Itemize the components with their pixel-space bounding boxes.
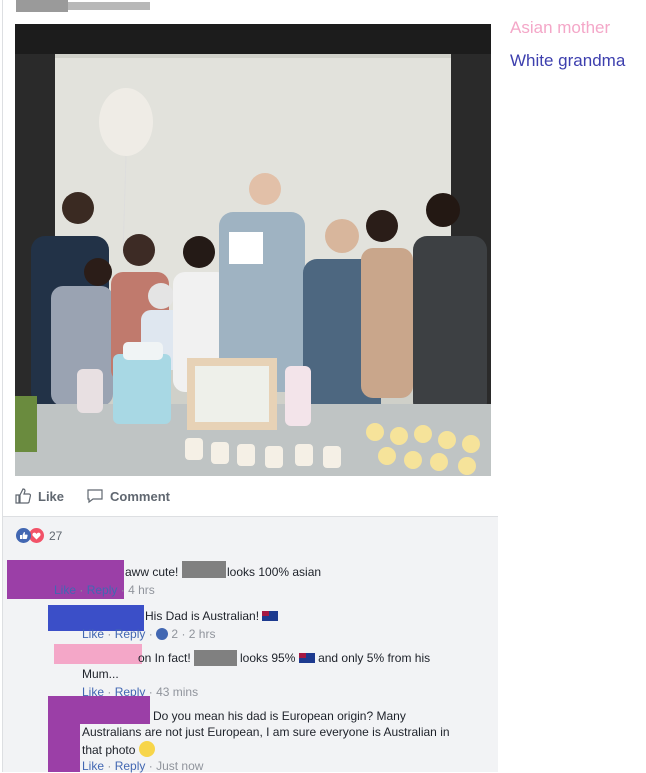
redacted-header-text <box>68 2 150 10</box>
redacted-name-3 <box>194 650 237 666</box>
smiley-icon <box>138 741 155 757</box>
comment-button[interactable]: Comment <box>86 487 170 505</box>
australian-flag-icon <box>262 611 279 621</box>
comment-1-meta: Like · Reply · 4 hrs <box>54 583 155 597</box>
comment-1-reply-link[interactable]: Reply <box>87 583 118 597</box>
comment-4-reply-link[interactable]: Reply <box>115 759 146 773</box>
comment-3-text-b: looks 95% <box>240 651 296 665</box>
post-photo[interactable] <box>15 24 491 476</box>
redacted-commenter-4-avatar <box>48 696 150 724</box>
comment-3-row: looks 95% and only 5% from his <box>240 651 430 666</box>
comment-2-time[interactable]: 2 hrs <box>189 627 216 641</box>
party-photo-image <box>15 24 491 476</box>
legend-white-grandma: White grandma <box>510 51 626 70</box>
comment-1-text-b: looks 100% asian <box>227 565 322 579</box>
comment-2-reply-link[interactable]: Reply <box>115 627 146 641</box>
comment-4-text-c: that photo <box>82 743 136 757</box>
comment-3-text-c: and only 5% from his <box>318 651 431 665</box>
like-button[interactable]: Like <box>14 487 64 505</box>
comment-icon <box>87 489 103 504</box>
comment-4-text-b: Australians are not just European, I am … <box>82 725 450 739</box>
comment-2-like-count-icon <box>156 628 169 640</box>
reactions-summary[interactable]: 27 <box>16 528 62 543</box>
like-label: Like <box>38 488 65 504</box>
thumbs-up-icon <box>15 488 32 504</box>
comment-1-like-link[interactable]: Like <box>54 583 76 597</box>
like-reaction-icon <box>16 528 31 543</box>
comments-divider <box>3 516 498 517</box>
comment-2-like-count[interactable]: 2 <box>171 627 178 641</box>
comment-4-like-link[interactable]: Like <box>82 759 104 773</box>
redacted-name-1 <box>182 561 226 578</box>
comment-1-text-a: aww cute! <box>125 565 179 579</box>
comment-3-text-d: Mum... <box>82 667 119 681</box>
comment-label: Comment <box>110 488 170 504</box>
love-reaction-icon <box>29 528 44 543</box>
comment-3-text-a: on In fact! <box>138 651 191 665</box>
facebook-post: Like Comment 27 aww cute! looks 100% asi… <box>0 0 498 773</box>
comment-2-meta: Like · Reply · 2 · 2 hrs <box>82 627 216 641</box>
comment-2-row: His Dad is Australian! <box>145 609 279 624</box>
legend-asian-mother: Asian mother <box>510 18 611 37</box>
comment-2-text: His Dad is Australian! <box>145 609 260 623</box>
australian-flag-icon-2 <box>298 653 315 663</box>
comment-4-meta: Like · Reply · Just now <box>82 759 204 773</box>
post-actions: Like Comment <box>14 484 192 508</box>
redacted-author <box>16 0 68 12</box>
comment-4-row: that photo <box>82 741 155 758</box>
comment-2-like-link[interactable]: Like <box>82 627 104 641</box>
comment-4-time[interactable]: Just now <box>156 759 203 773</box>
comment-1-time[interactable]: 4 hrs <box>128 583 155 597</box>
comment-3-time[interactable]: 43 mins <box>156 685 198 699</box>
reaction-count[interactable]: 27 <box>49 529 62 543</box>
comment-4-text-a: Do you mean his dad is European origin? … <box>153 709 406 723</box>
redacted-commenter-4-avatar-lower <box>48 724 80 772</box>
redacted-commenter-3-avatar <box>54 644 142 664</box>
